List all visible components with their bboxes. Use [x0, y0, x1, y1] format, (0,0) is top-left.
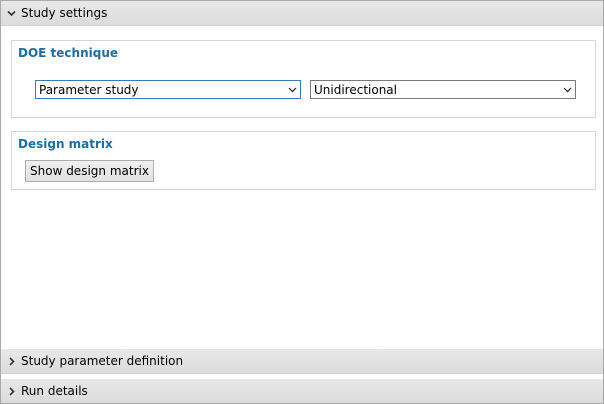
run-details-label: Run details [21, 384, 88, 398]
study-settings-label: Study settings [21, 6, 108, 20]
study-panel: Study settings DOE technique Parameter s… [0, 0, 604, 404]
doe-direction-select[interactable]: Unidirectional [310, 80, 576, 99]
chevron-down-icon [284, 85, 300, 94]
study-settings-header[interactable]: Study settings [1, 1, 603, 26]
design-matrix-group: Design matrix Show design matrix [11, 131, 596, 190]
design-matrix-title: Design matrix [18, 137, 113, 151]
chevron-down-icon [559, 85, 575, 94]
doe-technique-group: DOE technique Parameter study Unidirecti… [11, 40, 596, 118]
doe-technique-select[interactable]: Parameter study [35, 80, 301, 99]
chevron-right-icon [1, 356, 21, 366]
chevron-down-icon [1, 9, 21, 18]
study-parameter-definition-header[interactable]: Study parameter definition [1, 349, 603, 374]
study-parameter-definition-label: Study parameter definition [21, 354, 184, 368]
show-design-matrix-button[interactable]: Show design matrix [25, 160, 154, 182]
doe-direction-value: Unidirectional [314, 82, 397, 97]
doe-technique-value: Parameter study [39, 82, 139, 97]
chevron-right-icon [1, 386, 21, 396]
run-details-header[interactable]: Run details [1, 379, 603, 403]
doe-technique-title: DOE technique [18, 46, 118, 60]
